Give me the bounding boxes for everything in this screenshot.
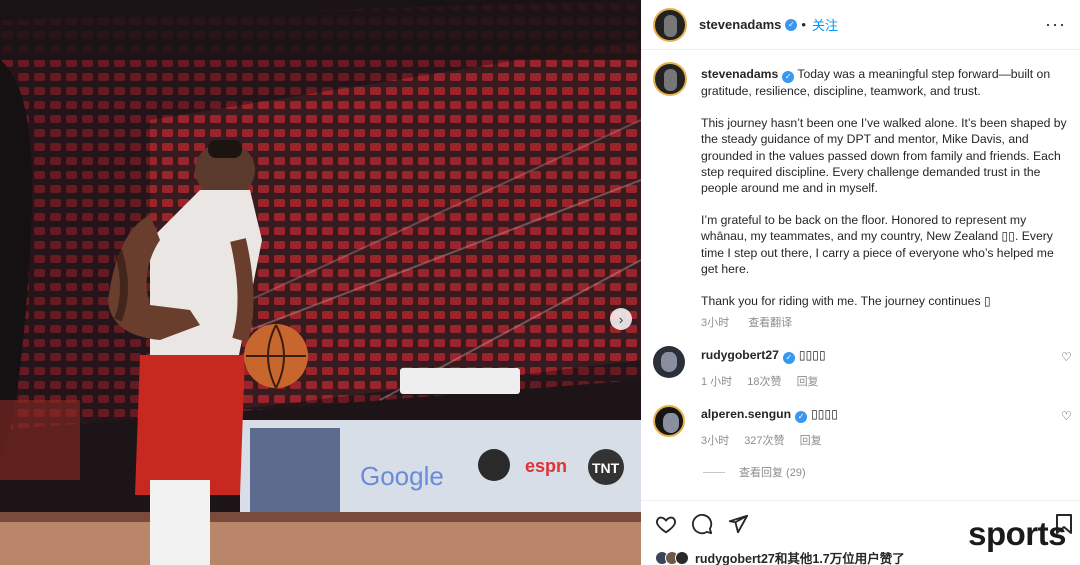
- post-header: stevenadams ✓ • 关注 ···: [641, 0, 1080, 50]
- caption-username[interactable]: stevenadams: [701, 67, 778, 81]
- verified-badge-icon: ✓: [782, 71, 795, 83]
- author-avatar[interactable]: [653, 7, 687, 42]
- send-icon[interactable]: [727, 513, 749, 535]
- commenter-avatar[interactable]: [653, 346, 685, 378]
- watermark-logo: sports: [968, 515, 1066, 552]
- reply-button[interactable]: 回复: [797, 376, 819, 388]
- reply-button[interactable]: 回复: [800, 435, 822, 447]
- author-username[interactable]: stevenadams: [699, 17, 781, 32]
- likes-summary[interactable]: rudygobert27和其他1.7万位用户赞了: [655, 548, 905, 565]
- caption-paragraph: Thank you for riding with me. The journe…: [701, 294, 991, 309]
- commenter-avatar[interactable]: [653, 405, 685, 437]
- likes-summary-text[interactable]: rudygobert27和其他1.7万位用户赞了: [695, 548, 905, 565]
- verified-badge-icon: ✓: [785, 18, 798, 31]
- comment-meta: 1 小时 18次赞 回复: [701, 373, 1041, 389]
- commenter-username[interactable]: rudygobert27: [701, 348, 779, 362]
- follow-button[interactable]: 关注: [812, 15, 838, 34]
- separator-dot: •: [801, 17, 806, 32]
- svg-text:Google: Google: [360, 461, 444, 491]
- comment-body: rudygobert27 ✓ ▯▯▯▯ 1 小时 18次赞 回复: [701, 348, 1041, 389]
- heart-icon[interactable]: [655, 513, 677, 535]
- caption-text: stevenadams ✓ Today was a meaningful step…: [701, 66, 1067, 331]
- caption-time: 3小时: [701, 317, 730, 330]
- caption-paragraph: I’m grateful to be back on the floor. Ho…: [701, 213, 1054, 276]
- comment-time: 1 小时: [701, 376, 733, 388]
- liker-avatar: [675, 550, 689, 565]
- view-replies-label[interactable]: 查看回复 (29): [739, 464, 806, 480]
- comment-icon[interactable]: [691, 513, 713, 535]
- more-options-icon[interactable]: ···: [1045, 14, 1066, 35]
- replies-divider: [703, 471, 725, 473]
- view-replies-link[interactable]: 查看回复 (29): [703, 464, 806, 480]
- comment-heart-icon[interactable]: ♡: [1061, 350, 1073, 364]
- see-translation-link[interactable]: 查看翻译: [748, 317, 792, 329]
- comment-likes[interactable]: 18次赞: [747, 376, 781, 388]
- comment-meta: 3小时 327次赞 回复: [701, 432, 1041, 448]
- svg-text:espn: espn: [525, 456, 567, 476]
- post-actions-bar: sports rudygobert27和其他1.7万位用户赞了: [641, 500, 1080, 565]
- post-panel: stevenadams ✓ • 关注 ··· stevenadams ✓ Toda…: [641, 0, 1080, 565]
- comment-text: ▯▯▯▯: [798, 348, 826, 362]
- verified-badge-icon: ✓: [795, 411, 808, 423]
- comment-time: 3小时: [701, 435, 730, 447]
- verified-badge-icon: ✓: [782, 352, 795, 364]
- comment-likes[interactable]: 327次赞: [744, 435, 784, 447]
- caption-meta: 3小时 查看翻译: [701, 315, 1067, 331]
- caption-paragraph: This journey hasn’t been one I’ve walked…: [701, 116, 1067, 196]
- comment-text: ▯▯▯▯: [811, 407, 838, 421]
- caption-author-avatar[interactable]: [653, 62, 687, 96]
- comment-body: alperen.sengun ✓ ▯▯▯▯ 3小时 327次赞 回复: [701, 407, 1041, 448]
- svg-text:TNT: TNT: [592, 460, 620, 476]
- chevron-right-icon[interactable]: ›: [610, 308, 632, 330]
- basketball-player-photo: Google espn TNT: [0, 0, 641, 565]
- commenter-username[interactable]: alperen.sengun: [701, 407, 791, 421]
- comment-heart-icon[interactable]: ♡: [1061, 409, 1073, 423]
- post-photo: Google espn TNT ›: [0, 0, 641, 565]
- caption-paragraph: stevenadams ✓ Today was a meaningful step…: [701, 66, 1067, 99]
